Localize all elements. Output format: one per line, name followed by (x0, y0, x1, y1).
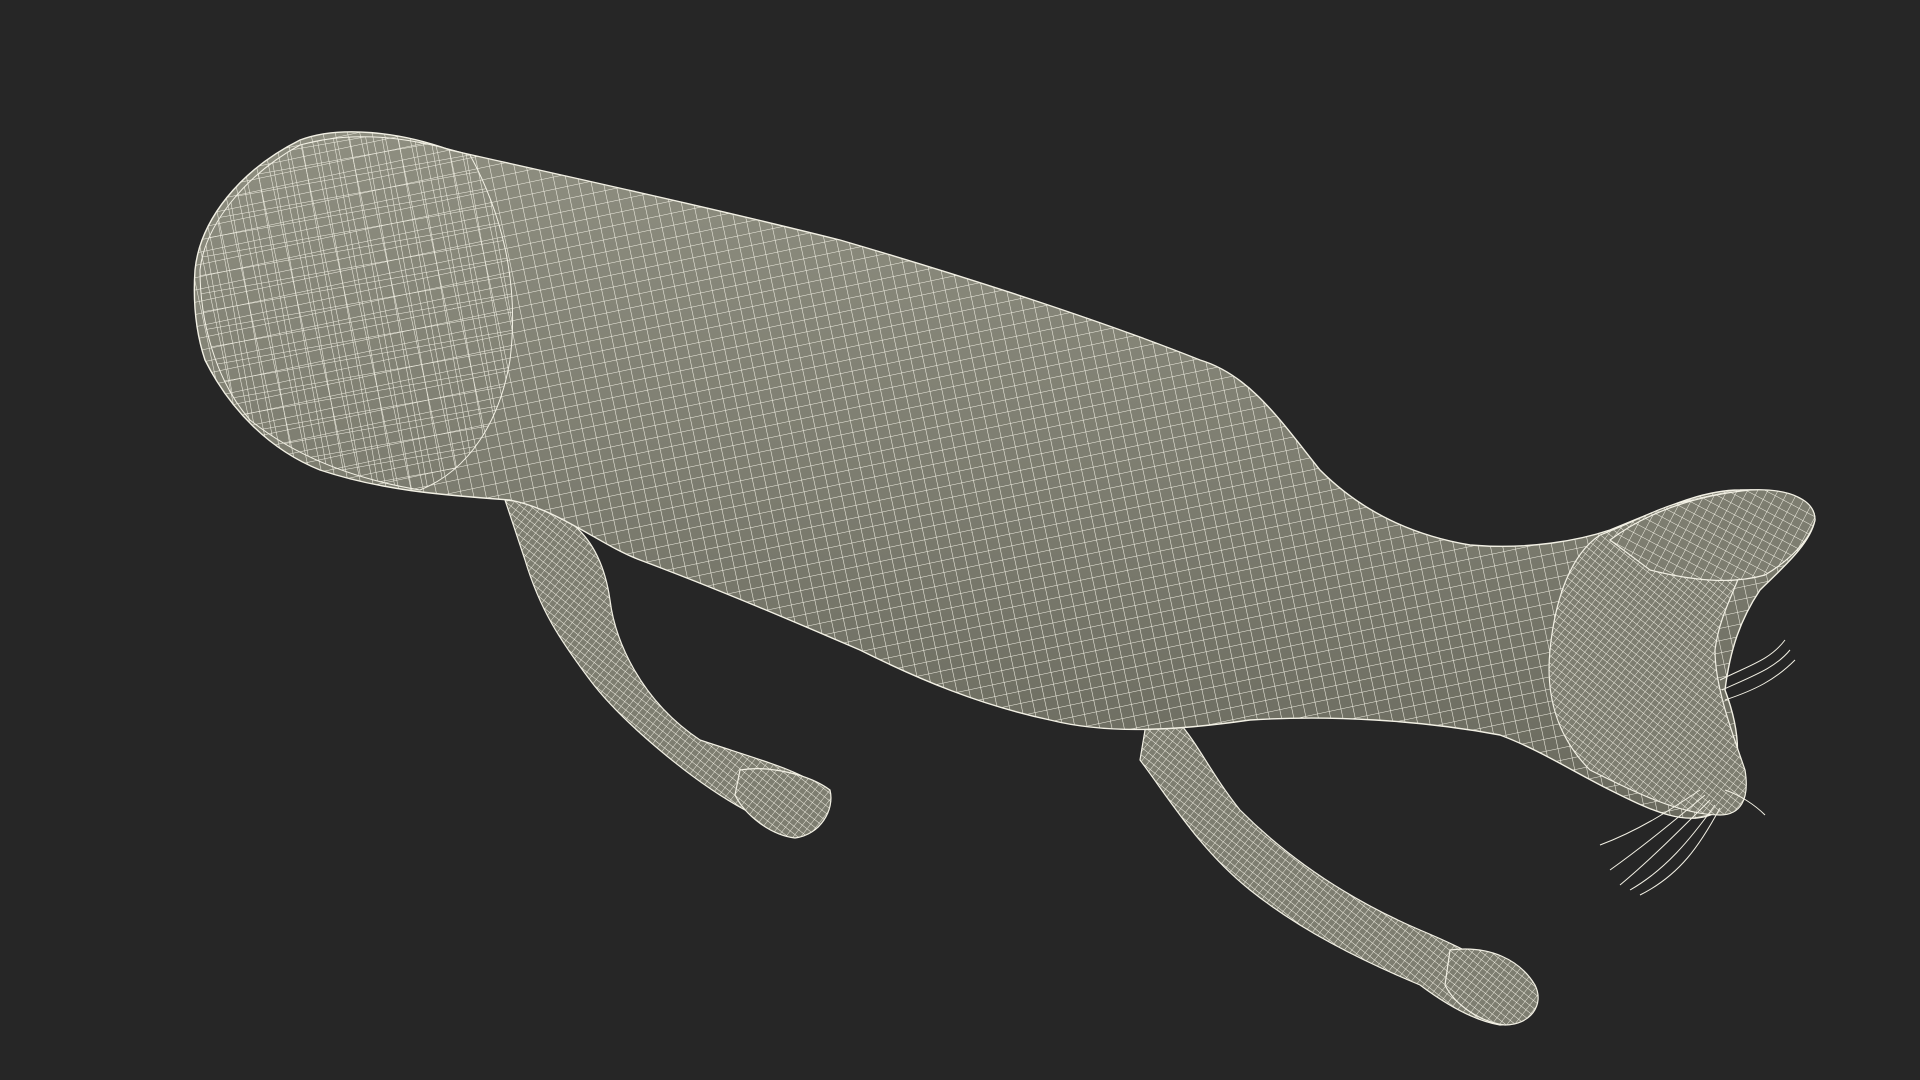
hip-region (199, 136, 514, 491)
wireframe-cat-render (193, 131, 1816, 1026)
paw-front (1444, 948, 1539, 1026)
render-viewport (0, 0, 1920, 1080)
paw-far (734, 768, 832, 839)
